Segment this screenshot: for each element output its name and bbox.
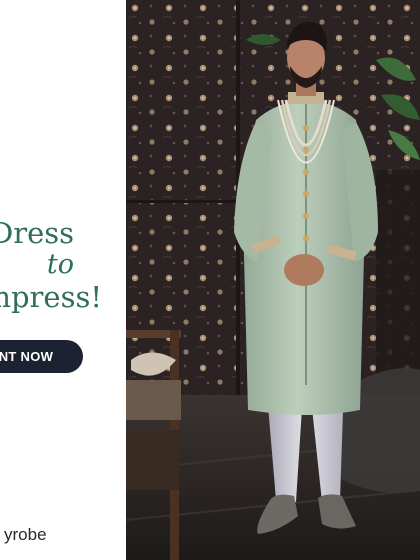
headline-line-1: Dress <box>0 216 74 250</box>
headline-line-3: mpress! <box>0 280 102 314</box>
headline-line-2: to <box>46 249 74 280</box>
brand-logo-text: yrobe <box>4 525 47 544</box>
headline: Dress to mpress! <box>0 216 102 314</box>
rent-now-button[interactable]: ENT NOW <box>0 340 83 373</box>
model-photo <box>126 0 420 560</box>
model-photo-illustration <box>126 0 420 560</box>
promo-panel: Dress to mpress! ENT NOW yrobe <box>0 0 126 560</box>
